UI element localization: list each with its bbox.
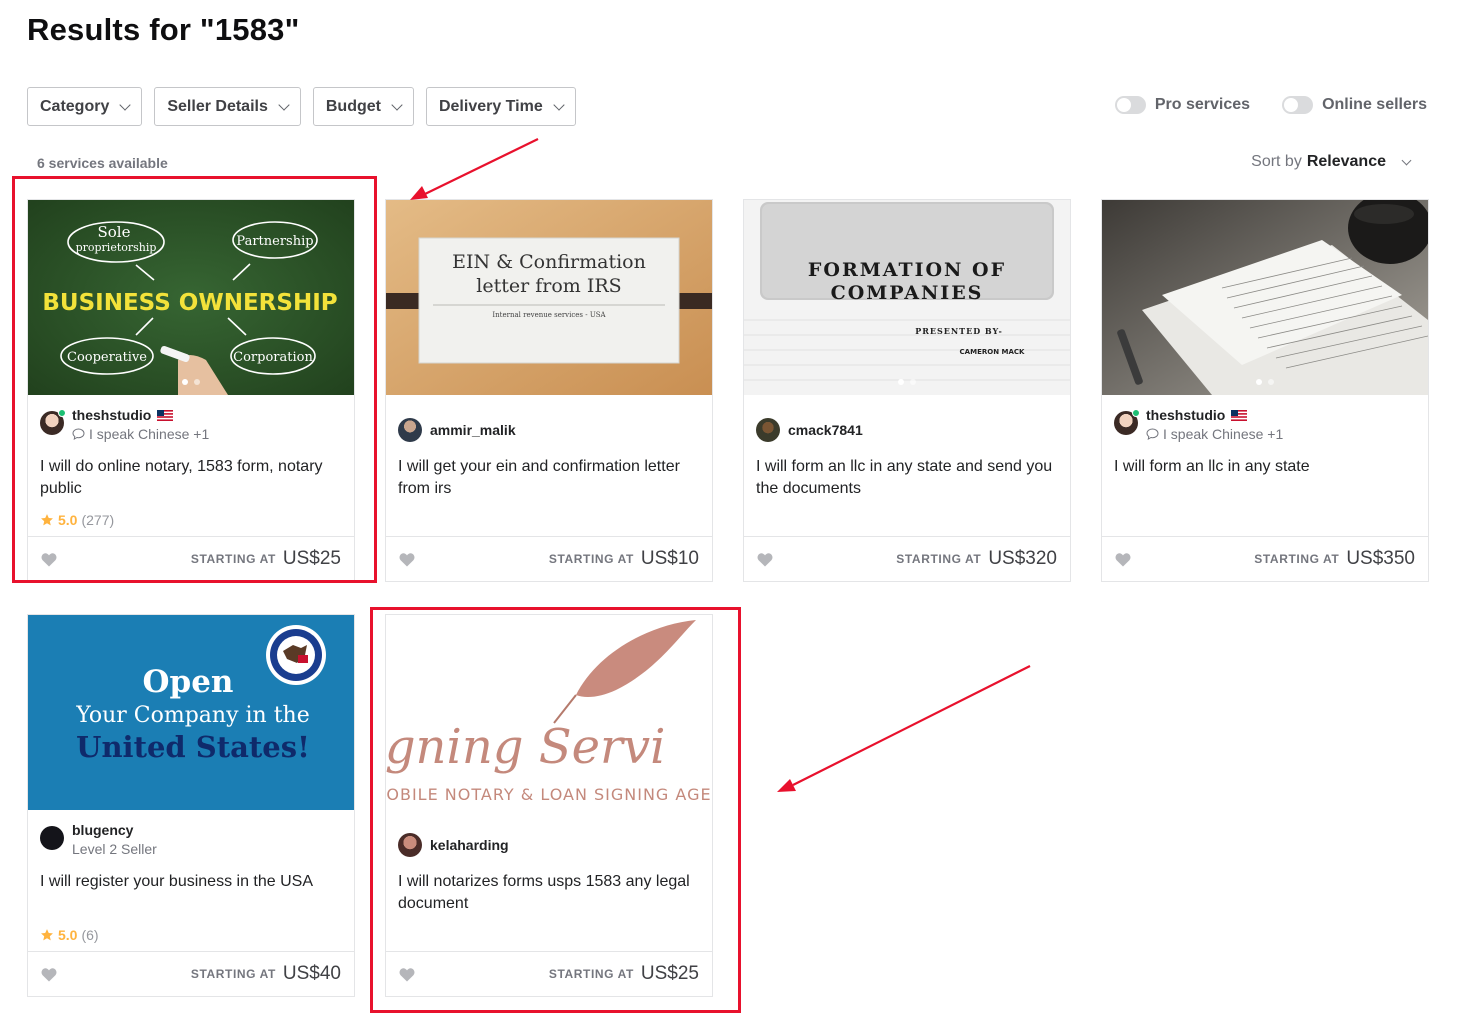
thumb-text: CAMERON MACK [960,348,1025,356]
thumb-text: COMPANIES [831,282,984,304]
heart-icon[interactable] [757,552,773,567]
rating-score: 5.0 [58,927,78,943]
us-flag-icon [1231,409,1248,421]
filter-budget-button[interactable]: Budget [312,87,414,126]
arrow-head [410,186,428,200]
chevron-down-icon [119,98,132,111]
heart-icon[interactable] [399,552,415,567]
chevron-down-icon [278,98,290,111]
gig-footer: STARTING AT US$320 [744,536,1070,581]
avatar[interactable] [40,826,64,850]
seller-info: ammir_malik [398,418,516,442]
online-indicator [1132,409,1140,417]
thumb-text: Internal revenue services - USA [492,311,606,319]
gig-thumbnail[interactable]: EIN & Confirmation letter from IRS Inter… [386,200,712,395]
heart-icon[interactable] [1115,552,1131,567]
gig-card[interactable]: theshstudio I speak Chinese +1 I will fo… [1101,199,1429,582]
seller-info: blugency Level 2 Seller [40,822,157,857]
arrow-head [777,779,796,792]
gig-thumbnail[interactable]: FORMATION OF COMPANIES PRESENTED BY- CAM… [744,200,1070,395]
star-icon [41,929,53,941]
price-amount: US$40 [282,963,341,984]
toggle-label: Online sellers [1322,96,1427,113]
gig-title[interactable]: I will register your business in the USA [40,871,342,893]
thumb-text: EIN & Confirmation [452,251,646,273]
seller-name[interactable]: blugency [72,822,133,838]
sort-dropdown[interactable]: Sort by Relevance [1251,153,1412,171]
seller-name[interactable]: theshstudio [1146,407,1225,423]
price[interactable]: STARTING AT US$10 [549,548,699,570]
highlight-box [12,176,377,583]
gig-footer: STARTING AT US$40 [28,951,354,996]
gig-footer: STARTING AT US$350 [1102,536,1428,581]
price[interactable]: STARTING AT US$350 [1254,548,1415,570]
filter-label: Category [40,97,110,115]
toggle-switch[interactable] [1114,96,1146,114]
sort-value: Relevance [1306,153,1386,170]
gig-thumbnail[interactable] [1102,200,1428,395]
seller-name[interactable]: cmack7841 [788,422,863,438]
seller-languages: I speak Chinese +1 [1163,426,1284,442]
chevron-down-icon [391,98,403,111]
gig-thumbnail[interactable]: Open Your Company in the United States! [28,615,354,810]
thumb-text: letter from IRS [476,275,621,297]
filter-delivery-time-button[interactable]: Delivery Time [425,87,576,126]
price-label: STARTING AT [190,967,276,981]
toggle-switch[interactable] [1282,96,1314,114]
avatar[interactable] [398,418,422,442]
carousel-dots[interactable] [1102,379,1428,385]
carousel-dots[interactable] [744,379,1070,385]
thumb-text: FORMATION OF [808,259,1006,281]
seller-info: cmack7841 [756,418,863,442]
gig-card[interactable]: EIN & Confirmation letter from IRS Inter… [385,199,713,582]
price-amount: US$10 [640,548,699,569]
price-amount: US$350 [1346,548,1415,569]
price-label: STARTING AT [896,552,982,566]
page-title: Results for "1583" [27,12,300,47]
filter-category-button[interactable]: Category [27,87,143,126]
heart-icon[interactable] [41,967,57,982]
seller-level: Level 2 Seller [72,841,157,857]
rating-count: (6) [81,927,99,943]
toggle-label: Pro services [1154,96,1251,113]
thumb-text: Your Company in the [75,703,310,728]
filter-label: Delivery Time [438,97,543,115]
arrow-line [792,665,1031,786]
avatar[interactable] [756,418,780,442]
price-label: STARTING AT [548,552,634,566]
gig-footer: STARTING AT US$10 [386,536,712,581]
rating: 5.0 (6) [40,927,99,943]
price-label: STARTING AT [1254,552,1340,566]
online-sellers-toggle[interactable]: Online sellers [1282,96,1427,114]
price[interactable]: STARTING AT US$40 [191,963,341,985]
gig-card[interactable]: FORMATION OF COMPANIES PRESENTED BY- CAM… [743,199,1071,582]
gig-title[interactable]: I will form an llc in any state and send… [756,456,1058,500]
pro-services-toggle[interactable]: Pro services [1114,96,1251,114]
thumb-text: Open [143,664,234,700]
avatar[interactable] [1114,409,1140,435]
chevron-down-icon [1401,155,1412,165]
arrow-line [424,138,539,195]
filter-label: Budget [325,97,381,115]
filter-bar: Category Seller Details Budget Delivery … [27,87,576,126]
results-count: 6 services available [37,155,168,171]
highlight-box [370,607,741,1013]
thumb-text: United States! [76,730,310,764]
seller-info: theshstudio I speak Chinese +1 [1114,407,1283,442]
gig-title[interactable]: I will form an llc in any state [1114,456,1416,478]
sort-prefix: Sort by [1251,153,1302,170]
price-amount: US$320 [988,548,1057,569]
seller-name[interactable]: ammir_malik [430,422,516,438]
toggle-group: Pro services Online sellers [1114,96,1427,114]
chat-bubble-icon [1146,428,1159,440]
gig-card[interactable]: Open Your Company in the United States! … [27,614,355,997]
thumb-text: PRESENTED BY- [915,326,1003,336]
price[interactable]: STARTING AT US$320 [896,548,1057,570]
chevron-down-icon [553,98,565,111]
filter-label: Seller Details [167,97,268,115]
filter-seller-details-button[interactable]: Seller Details [154,87,301,126]
gig-title[interactable]: I will get your ein and confirmation let… [398,456,700,500]
